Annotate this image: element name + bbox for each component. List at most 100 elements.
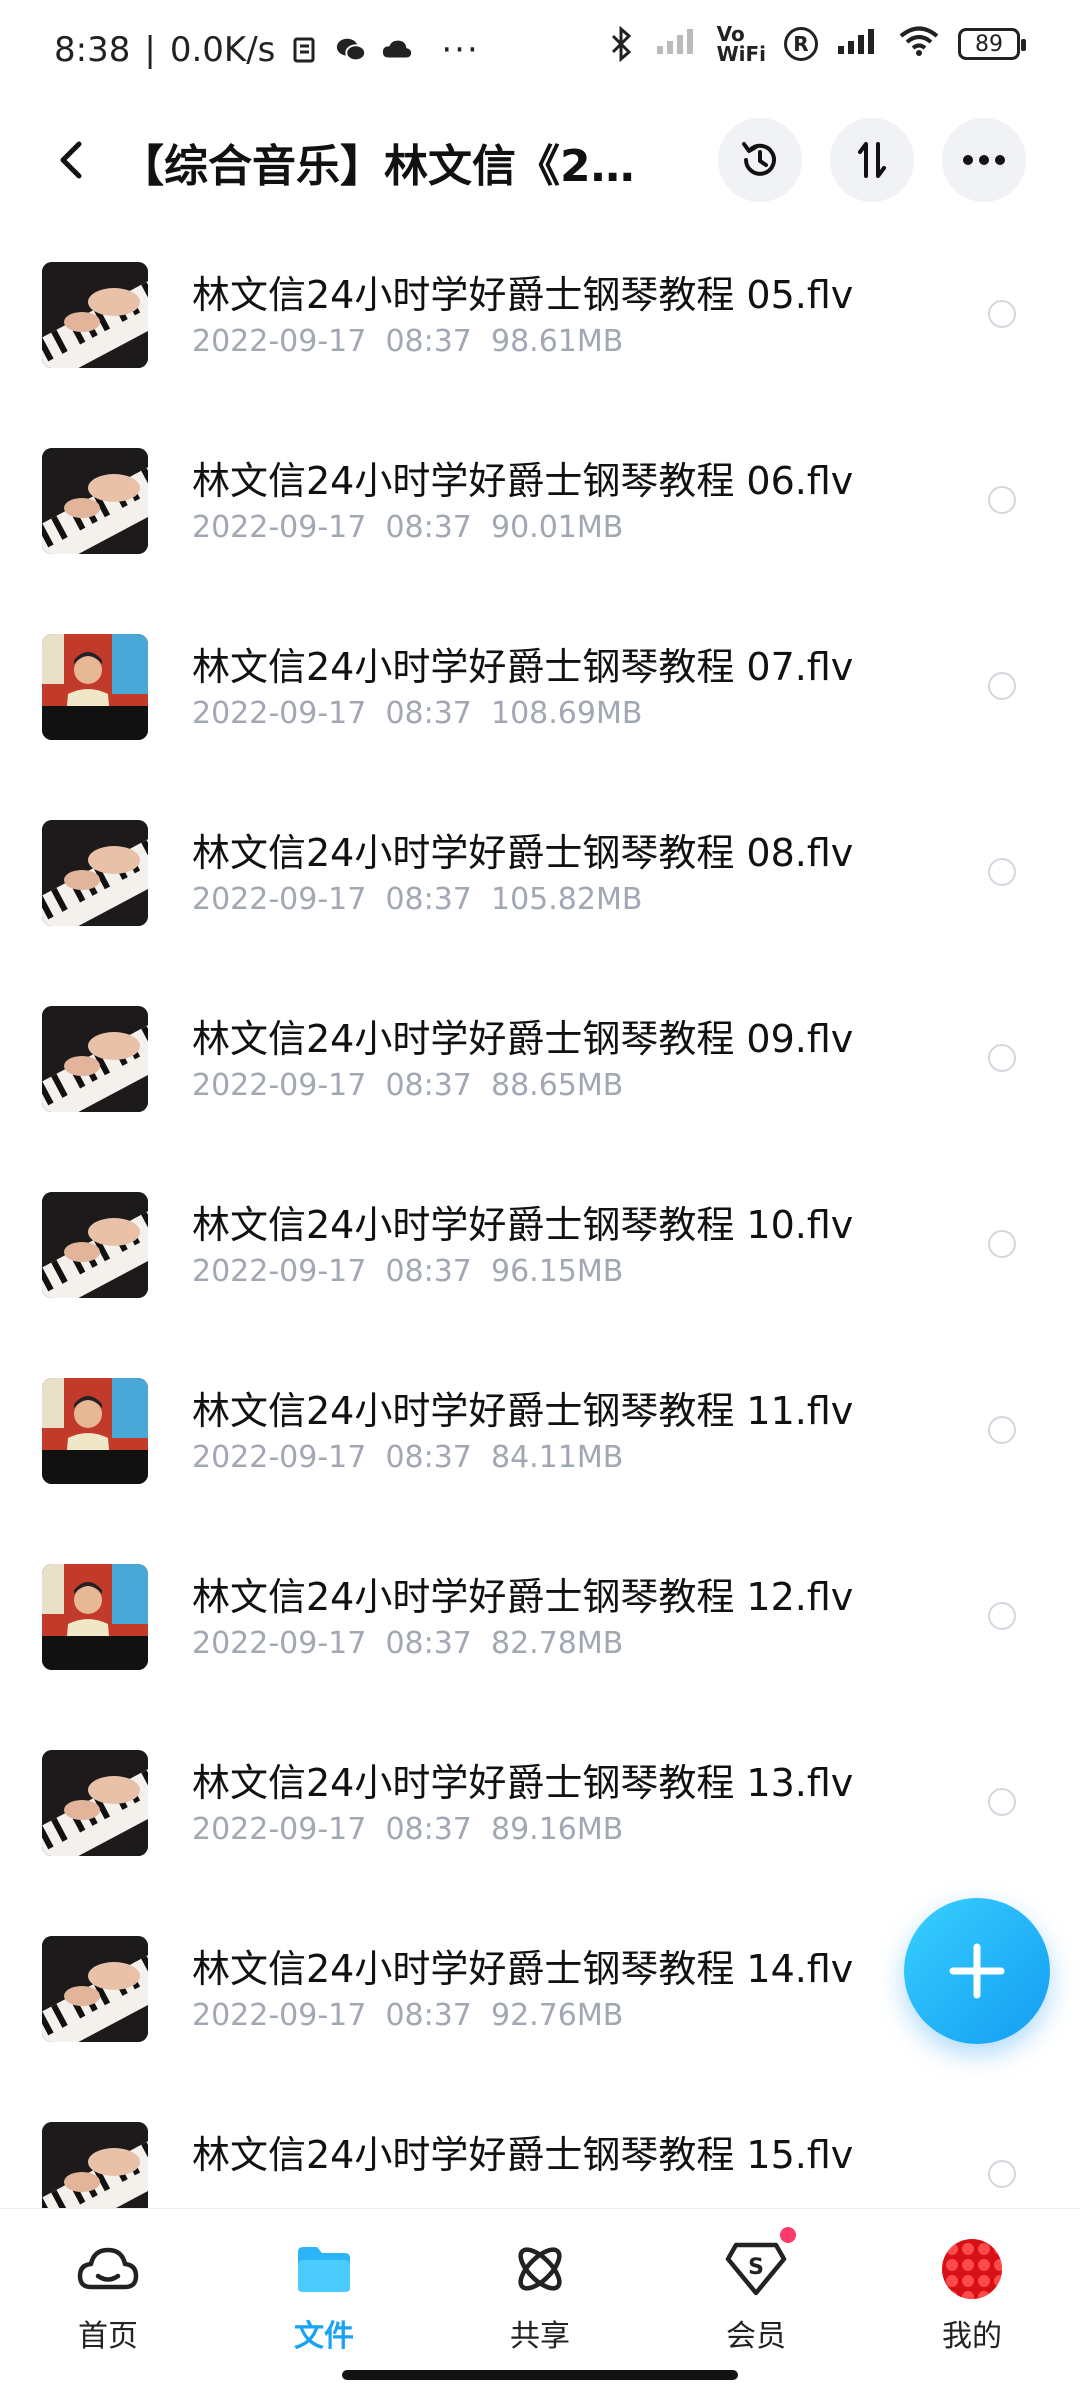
select-radio[interactable] <box>988 2160 1016 2188</box>
file-row[interactable]: 林文信24小时学好爵士钢琴教程 12.flv 2022-09-17 08:37 … <box>0 1534 1080 1720</box>
file-name: 林文信24小时学好爵士钢琴教程 15.flv <box>192 2133 854 2177</box>
select-radio[interactable] <box>988 858 1016 886</box>
sort-icon <box>858 142 886 178</box>
page-title: 【综合音乐】林文信《2... <box>120 141 640 192</box>
select-radio[interactable] <box>988 300 1016 328</box>
file-size: 84.11MB <box>490 1440 624 1475</box>
file-size: 96.15MB <box>490 1254 624 1289</box>
file-row[interactable]: 林文信24小时学好爵士钢琴教程 08.flv 2022-09-17 08:37 … <box>0 790 1080 976</box>
status-more: ··· <box>441 30 480 70</box>
home-indicator[interactable] <box>342 2370 738 2380</box>
file-size: 98.61MB <box>490 324 624 359</box>
nav-vip[interactable]: S 会员 <box>676 2227 836 2355</box>
file-row[interactable]: 林文信24小时学好爵士钢琴教程 06.flv 2022-09-17 08:37 … <box>0 418 1080 604</box>
file-name: 林文信24小时学好爵士钢琴教程 09.flv <box>192 1017 854 1061</box>
vowifi-bottom: WiFi <box>716 42 766 66</box>
video-thumbnail <box>42 1006 148 1112</box>
nav-home[interactable]: 首页 <box>28 2233 188 2355</box>
file-name: 林文信24小时学好爵士钢琴教程 07.flv <box>192 645 854 689</box>
file-row[interactable]: 林文信24小时学好爵士钢琴教程 09.flv 2022-09-17 08:37 … <box>0 976 1080 1162</box>
file-name: 林文信24小时学好爵士钢琴教程 10.flv <box>192 1203 854 1247</box>
nav-label-home: 首页 <box>78 2319 138 2354</box>
file-date: 2022-09-17 <box>192 696 367 731</box>
file-name: 林文信24小时学好爵士钢琴教程 05.flv <box>192 273 854 317</box>
file-date: 2022-09-17 <box>192 1812 367 1847</box>
nav-me[interactable]: 我的 <box>892 2233 1052 2355</box>
bluetooth-icon <box>605 26 637 62</box>
nav-label-share: 共享 <box>510 2319 570 2354</box>
select-radio[interactable] <box>988 1416 1016 1444</box>
signal-weak-icon <box>655 26 699 62</box>
file-date: 2022-09-17 <box>192 1626 367 1661</box>
chevron-left-icon <box>60 141 82 179</box>
file-time: 08:37 <box>385 1626 472 1661</box>
nav-label-me: 我的 <box>942 2319 1002 2354</box>
file-meta: 2022-09-17 08:37 98.61MB <box>192 324 623 359</box>
file-meta: 2022-09-17 08:37 90.01MB <box>192 510 623 545</box>
nav-label-vip: 会员 <box>726 2319 786 2354</box>
battery-level: 89 <box>975 31 1003 57</box>
file-meta: 2022-09-17 08:37 82.78MB <box>192 1626 623 1661</box>
file-date: 2022-09-17 <box>192 324 367 359</box>
video-thumbnail <box>42 262 148 368</box>
status-left: 8:38 | 0.0K/s ··· <box>54 30 480 70</box>
file-time: 08:37 <box>385 1998 472 2033</box>
sort-button[interactable] <box>830 118 914 202</box>
video-thumbnail <box>42 448 148 554</box>
nav-share[interactable]: 共享 <box>460 2233 620 2355</box>
file-time: 08:37 <box>385 696 472 731</box>
select-radio[interactable] <box>988 1788 1016 1816</box>
file-time: 08:37 <box>385 882 472 917</box>
select-radio[interactable] <box>988 1602 1016 1630</box>
more-horizontal-icon <box>963 155 1005 165</box>
video-thumbnail <box>42 1750 148 1856</box>
more-options-button[interactable] <box>942 118 1026 202</box>
nav-files[interactable]: 文件 <box>244 2233 404 2355</box>
file-size: 105.82MB <box>490 882 643 917</box>
select-radio[interactable] <box>988 672 1016 700</box>
cloud-icon <box>72 2233 144 2305</box>
file-row[interactable]: 林文信24小时学好爵士钢琴教程 10.flv 2022-09-17 08:37 … <box>0 1162 1080 1348</box>
avatar <box>936 2233 1008 2305</box>
file-size: 89.16MB <box>490 1812 624 1847</box>
status-right: Vo WiFi R 89 <box>605 24 1026 66</box>
file-row[interactable]: 林文信24小时学好爵士钢琴教程 13.flv 2022-09-17 08:37 … <box>0 1720 1080 1906</box>
add-fab-button[interactable] <box>904 1898 1050 2044</box>
select-radio[interactable] <box>988 1230 1016 1258</box>
file-date: 2022-09-17 <box>192 510 367 545</box>
file-size: 90.01MB <box>490 510 624 545</box>
history-icon <box>742 142 776 176</box>
back-button[interactable] <box>40 128 104 192</box>
plus-icon <box>949 1943 1005 1999</box>
file-meta: 2022-09-17 08:37 89.16MB <box>192 1812 623 1847</box>
video-thumbnail <box>42 634 148 740</box>
file-size: 92.76MB <box>490 1998 624 2033</box>
history-button[interactable] <box>718 118 802 202</box>
file-row[interactable]: 林文信24小时学好爵士钢琴教程 11.flv 2022-09-17 08:37 … <box>0 1348 1080 1534</box>
file-name: 林文信24小时学好爵士钢琴教程 14.flv <box>192 1947 854 1991</box>
status-net-speed: 0.0K/s <box>169 30 276 70</box>
folder-icon <box>288 2233 360 2305</box>
file-row[interactable]: 林文信24小时学好爵士钢琴教程 05.flv 2022-09-17 08:37 … <box>0 232 1080 418</box>
file-name: 林文信24小时学好爵士钢琴教程 12.flv <box>192 1575 854 1619</box>
registered-letter: R <box>793 32 809 56</box>
video-thumbnail <box>42 820 148 926</box>
notes-app-icon <box>289 34 321 66</box>
select-radio[interactable] <box>988 1044 1016 1072</box>
file-date: 2022-09-17 <box>192 1440 367 1475</box>
top-app-bar: 【综合音乐】林文信《2... <box>0 100 1080 220</box>
nav-label-files: 文件 <box>294 2319 354 2354</box>
file-meta: 2022-09-17 08:37 84.11MB <box>192 1440 623 1475</box>
file-meta: 2022-09-17 08:37 96.15MB <box>192 1254 623 1289</box>
battery-icon: 89 <box>958 28 1026 60</box>
registered-icon: R <box>784 27 818 61</box>
file-meta: 2022-09-17 08:37 92.76MB <box>192 1998 623 2033</box>
svg-text:S: S <box>748 2255 764 2280</box>
file-date: 2022-09-17 <box>192 1254 367 1289</box>
file-row[interactable]: 林文信24小时学好爵士钢琴教程 07.flv 2022-09-17 08:37 … <box>0 604 1080 790</box>
video-thumbnail <box>42 1378 148 1484</box>
file-time: 08:37 <box>385 1068 472 1103</box>
select-radio[interactable] <box>988 486 1016 514</box>
file-time: 08:37 <box>385 324 472 359</box>
video-thumbnail <box>42 1192 148 1298</box>
